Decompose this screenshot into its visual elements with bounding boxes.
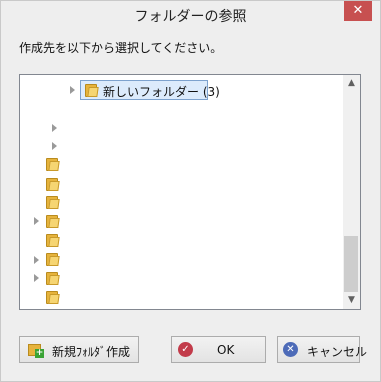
cancel-label: キャンセル <box>307 345 368 359</box>
new-folder-button[interactable]: + 新規ﾌｫﾙﾀﾞ作成 <box>19 336 139 363</box>
new-folder-label: 新規ﾌｫﾙﾀﾞ作成 <box>52 345 131 359</box>
tree-node[interactable] <box>44 212 64 230</box>
browse-folder-dialog: フォルダーの参照 ✕ 作成先を以下から選択してください。 新しいフォルダー (3… <box>0 0 381 382</box>
folder-icon <box>46 233 60 247</box>
cancel-icon: ✕ <box>283 342 298 357</box>
tree-node[interactable] <box>44 175 64 193</box>
folder-icon <box>46 252 60 266</box>
cancel-button[interactable]: ✕ キャンセル <box>277 336 367 363</box>
scroll-down-icon[interactable]: ▼ <box>343 292 360 309</box>
folder-icon <box>46 157 60 171</box>
folder-tree[interactable]: 新しいフォルダー (3) ▲ ▼ <box>19 74 361 310</box>
expand-arrow-icon[interactable] <box>52 124 57 132</box>
tree-node[interactable] <box>44 193 64 211</box>
expand-arrow-icon[interactable] <box>34 217 39 225</box>
folder-icon <box>46 177 60 191</box>
scroll-thumb[interactable] <box>344 236 358 292</box>
scroll-up-icon[interactable]: ▲ <box>343 75 360 92</box>
close-button[interactable]: ✕ <box>344 1 372 21</box>
vertical-scrollbar[interactable]: ▲ ▼ <box>343 75 360 309</box>
folder-icon <box>46 214 60 228</box>
expand-arrow-icon[interactable] <box>34 256 39 264</box>
dialog-title: フォルダーの参照 <box>134 9 247 25</box>
tree-node[interactable] <box>44 269 64 287</box>
tree-node[interactable] <box>44 231 64 249</box>
folder-icon <box>46 271 60 285</box>
expand-arrow-icon[interactable] <box>34 274 39 282</box>
folder-icon <box>46 195 60 209</box>
folder-icon <box>46 290 60 304</box>
tree-node[interactable] <box>44 250 64 268</box>
expand-arrow-icon[interactable] <box>70 86 75 94</box>
tree-node[interactable] <box>44 288 64 306</box>
new-folder-icon: + <box>28 343 44 358</box>
tree-node[interactable] <box>44 155 64 173</box>
expand-arrow-icon[interactable] <box>52 142 57 150</box>
title-bar: フォルダーの参照 ✕ <box>1 1 380 29</box>
instruction-text: 作成先を以下から選択してください。 <box>19 41 223 55</box>
tree-node-selected[interactable]: 新しいフォルダー (3) <box>80 80 220 100</box>
tree-node-label: 新しいフォルダー (3) <box>103 85 220 99</box>
check-icon: ✓ <box>178 342 193 357</box>
folder-icon <box>85 83 99 97</box>
ok-button[interactable]: ✓ OK <box>171 336 266 363</box>
ok-label: OK <box>217 343 235 357</box>
